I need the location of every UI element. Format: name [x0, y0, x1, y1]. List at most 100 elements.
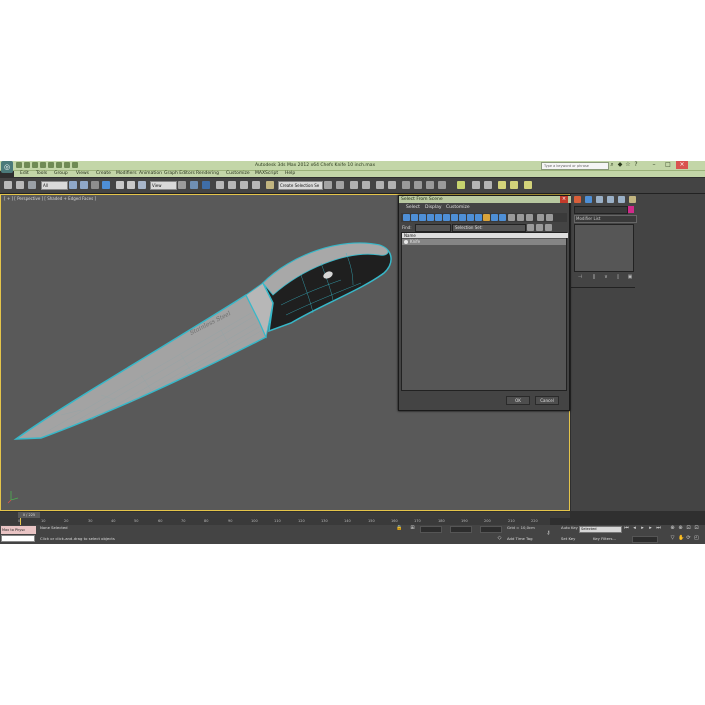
menu-group[interactable]: Group [54, 171, 68, 177]
display-containers-icon[interactable] [475, 214, 482, 221]
lock-selection-icon[interactable]: 🔒 [396, 526, 402, 531]
play-icon[interactable]: ▸ [640, 526, 645, 531]
add-time-tag[interactable]: Add Time Tag [507, 536, 532, 542]
object-color-swatch[interactable] [628, 206, 634, 213]
zoom-extents-all-icon[interactable]: ⊡ [694, 526, 699, 531]
extra-tool-1-icon[interactable] [457, 181, 465, 189]
maxscript-input[interactable] [1, 535, 35, 542]
find-input[interactable] [415, 224, 451, 232]
favorites-icon[interactable]: ☆ [625, 162, 631, 168]
display-all-icon[interactable] [483, 214, 490, 221]
keyboard-shortcut-icon[interactable] [202, 181, 210, 189]
previous-frame-icon[interactable]: ◂ [632, 526, 637, 531]
display-invert-icon[interactable] [499, 214, 506, 221]
menu-create[interactable]: Create [96, 171, 111, 177]
named-selection-dropdown[interactable]: Create Selection Se [278, 181, 323, 190]
undo-icon[interactable] [40, 162, 46, 168]
track-bar[interactable]: 0 10 20 30 40 50 60 70 80 90 100 110 120… [0, 518, 550, 525]
select-all-icon[interactable] [508, 214, 515, 221]
menu-help[interactable]: Help [285, 171, 295, 177]
display-bones-icon[interactable] [467, 214, 474, 221]
maximize-button[interactable]: □ [662, 161, 674, 169]
subscription-icon[interactable]: ◆ [617, 162, 623, 168]
redo-tool-icon[interactable] [16, 181, 24, 189]
ok-button[interactable]: OK [506, 396, 530, 405]
field-of-view-icon[interactable]: ▽ [670, 536, 675, 541]
save-file-icon[interactable] [32, 162, 38, 168]
spinner-snap-icon[interactable] [252, 181, 260, 189]
menu-graph-editors[interactable]: Graph Editors [164, 171, 195, 177]
menu-customize[interactable]: Customize [226, 171, 250, 177]
graphite-toolkit-icon[interactable] [362, 181, 370, 189]
motion-tab-icon[interactable] [607, 196, 614, 203]
menu-animation[interactable]: Animation [139, 171, 162, 177]
auto-key-button[interactable]: Auto Key [561, 525, 578, 531]
select-by-name-icon[interactable] [80, 181, 88, 189]
hierarchy-tab-icon[interactable] [596, 196, 603, 203]
sync-selection-icon[interactable] [537, 214, 544, 221]
zoom-extents-icon[interactable]: ⊡ [686, 526, 691, 531]
move-icon[interactable] [116, 181, 124, 189]
make-unique-icon[interactable]: ∨ [603, 274, 609, 280]
pivot-center-icon[interactable] [178, 181, 186, 189]
hold-icon[interactable] [56, 162, 62, 168]
undo-tool-icon[interactable] [4, 181, 12, 189]
layer-manager-icon[interactable] [350, 181, 358, 189]
go-to-end-icon[interactable]: ⏭ [656, 526, 661, 531]
zoom-viewport-icon[interactable]: ⊕ [670, 526, 675, 531]
orbit-icon[interactable]: ⟳ [686, 536, 691, 541]
display-none-icon[interactable] [491, 214, 498, 221]
column-header-name[interactable]: Name [402, 233, 568, 238]
new-file-icon[interactable] [16, 162, 22, 168]
configure-sets-icon[interactable]: ▣ [627, 274, 633, 280]
scene-object-list[interactable]: Name Knife [401, 232, 568, 391]
utilities-tab-icon[interactable] [629, 196, 636, 203]
mirror-icon[interactable] [324, 181, 332, 189]
zoom-all-icon[interactable]: ⊕ [678, 526, 683, 531]
next-frame-icon[interactable]: ▸ [648, 526, 653, 531]
create-tab-icon[interactable] [574, 196, 581, 203]
fetch-icon[interactable] [64, 162, 70, 168]
menu-views[interactable]: Views [76, 171, 89, 177]
select-none-icon[interactable] [517, 214, 524, 221]
edit-named-selection-icon[interactable] [266, 181, 274, 189]
absolute-mode-icon[interactable]: ⊞ [410, 526, 415, 531]
close-button[interactable]: × [676, 161, 688, 169]
display-cameras-icon[interactable] [427, 214, 434, 221]
display-helpers-icon[interactable] [435, 214, 442, 221]
project-folder-icon[interactable] [72, 162, 78, 168]
maximize-viewport-icon[interactable]: ◰ [694, 536, 699, 541]
maxscript-listener-line[interactable]: Max to Physc [1, 526, 36, 534]
selection-set-dropdown[interactable]: Selection Set: [452, 224, 526, 232]
help-icon[interactable]: ? [633, 162, 639, 168]
dialog-close-button[interactable]: × [560, 196, 568, 203]
curve-editor-icon[interactable] [376, 181, 384, 189]
rotate-icon[interactable] [127, 181, 135, 189]
key-mode-dropdown[interactable]: Selected [579, 526, 622, 533]
time-tag-icon[interactable]: ◇ [497, 536, 502, 541]
search-icon[interactable]: ⌕ [609, 162, 615, 168]
material-editor-icon[interactable] [402, 181, 410, 189]
selection-filter-dropdown[interactable]: All [41, 181, 68, 190]
z-coordinate-field[interactable] [480, 526, 502, 533]
cancel-button[interactable]: Cancel [535, 396, 559, 405]
modifier-list-dropdown[interactable]: Modifier List [574, 215, 637, 223]
x-coordinate-field[interactable] [420, 526, 442, 533]
menu-edit[interactable]: Edit [20, 171, 29, 177]
render-teapot-icon[interactable] [438, 181, 446, 189]
selection-set-edit-icon[interactable] [527, 224, 534, 231]
selection-set-delete-icon[interactable] [545, 224, 552, 231]
show-end-result-icon[interactable]: ∥ [591, 274, 597, 280]
snaps-toggle-icon[interactable] [216, 181, 224, 189]
schematic-view-icon[interactable] [388, 181, 396, 189]
remove-modifier-icon[interactable]: ▯ [615, 274, 621, 280]
key-filters-button[interactable]: Key Filters... [593, 536, 616, 542]
open-file-icon[interactable] [24, 162, 30, 168]
menu-tools[interactable]: Tools [36, 171, 47, 177]
current-frame-field[interactable] [632, 536, 658, 543]
key-icon[interactable]: ⚷ [546, 531, 551, 536]
menu-rendering[interactable]: Rendering [196, 171, 219, 177]
display-groups-icon[interactable] [451, 214, 458, 221]
dialog-menu-display[interactable]: Display [425, 204, 442, 211]
dialog-menu-customize[interactable]: Customize [446, 204, 470, 211]
